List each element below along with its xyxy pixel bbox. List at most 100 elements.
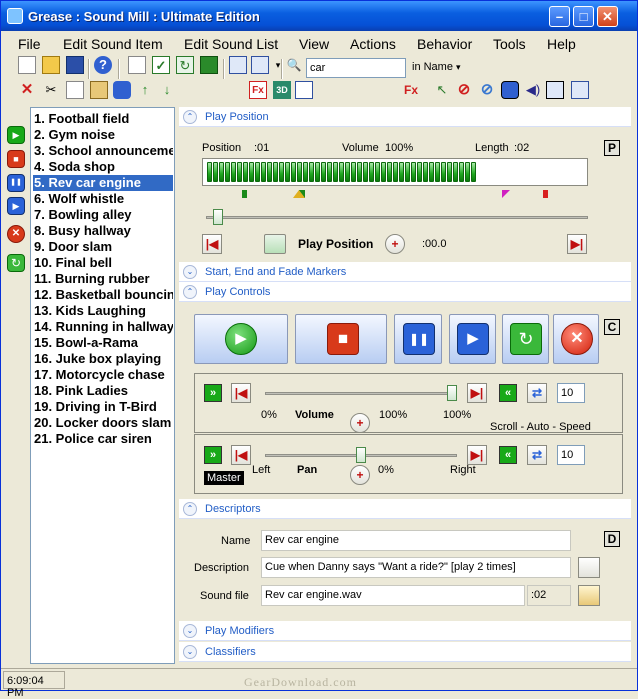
list-item[interactable]: 6. Wolf whistle: [33, 191, 173, 207]
pan-left-button[interactable]: |◀: [231, 445, 251, 465]
pan-right-button[interactable]: ▶|: [467, 445, 487, 465]
list-item[interactable]: 17. Motorcycle chase: [33, 367, 173, 383]
set-position-icon[interactable]: [264, 234, 286, 254]
go-to-end-button[interactable]: ▶|: [567, 234, 587, 254]
end-marker[interactable]: [543, 190, 548, 198]
export-icon[interactable]: [200, 56, 218, 74]
pan-slider-thumb[interactable]: [356, 447, 366, 463]
browse-file-icon[interactable]: [578, 585, 600, 606]
title-bar[interactable]: Grease : Sound Mill : Ultimate Edition –…: [1, 1, 637, 31]
list-item[interactable]: 19. Driving in T-Bird: [33, 399, 173, 415]
volume-add-button[interactable]: +: [350, 413, 370, 433]
pan-add-button[interactable]: +: [350, 465, 370, 485]
pan-step-input[interactable]: 10: [557, 445, 585, 465]
list-item[interactable]: 21. Police car siren: [33, 431, 173, 447]
help-icon[interactable]: ?: [94, 56, 112, 74]
cut-icon[interactable]: ✂: [42, 81, 60, 99]
list-item[interactable]: 16. Juke box playing: [33, 351, 173, 367]
volume-min-button[interactable]: |◀: [231, 383, 251, 403]
start-marker[interactable]: [242, 190, 247, 198]
position-slider-track[interactable]: [206, 216, 588, 219]
list-item[interactable]: 8. Busy hallway: [33, 223, 173, 239]
move-up-icon[interactable]: ↑: [136, 81, 154, 99]
stop-button[interactable]: ■: [295, 314, 387, 364]
binoculars-icon[interactable]: 🔍: [285, 56, 303, 74]
refresh-icon[interactable]: ↻: [7, 254, 25, 272]
volume-step-input[interactable]: 10: [557, 383, 585, 403]
next-icon[interactable]: ▶: [7, 197, 25, 215]
description-field[interactable]: Cue when Danny says "Want a ride?" [play…: [261, 557, 571, 578]
list-item[interactable]: 14. Running in hallway: [33, 319, 173, 335]
loop-button[interactable]: ↻: [502, 314, 549, 364]
effects-icon[interactable]: Fx: [402, 81, 420, 99]
go-to-start-button[interactable]: |◀: [202, 234, 222, 254]
save-icon[interactable]: [66, 56, 84, 74]
section-classifiers[interactable]: ⌄ Classifiers: [179, 642, 631, 662]
play-position-button-label[interactable]: Play Position: [298, 237, 373, 251]
sound-file-field[interactable]: Rev car engine.wav: [261, 585, 525, 606]
list-item[interactable]: 18. Pink Ladies: [33, 383, 173, 399]
list-item[interactable]: 9. Door slam: [33, 239, 173, 255]
close-button[interactable]: ✕: [597, 6, 618, 27]
volume-swap-button[interactable]: ⇄: [527, 383, 547, 403]
list-item[interactable]: 4. Soda shop: [33, 159, 173, 175]
list-item[interactable]: 5. Rev car engine: [33, 175, 173, 191]
menu-view[interactable]: View: [299, 36, 329, 52]
pointer-icon[interactable]: ↖: [433, 81, 451, 99]
fade-in-marker[interactable]: [293, 190, 305, 198]
pause-button[interactable]: ❚❚: [394, 314, 442, 364]
cancel-icon[interactable]: ✕: [7, 225, 25, 243]
menu-tools[interactable]: Tools: [493, 36, 526, 52]
open-folder-icon[interactable]: [42, 56, 60, 74]
list-item[interactable]: 1. Football field: [33, 111, 173, 127]
next-button[interactable]: ▶: [449, 314, 496, 364]
section-play-position[interactable]: ⌃ Play Position: [179, 107, 631, 127]
search-scope-select[interactable]: in Name ▾: [409, 58, 465, 78]
block-blue-icon[interactable]: ⊘: [478, 81, 496, 99]
search-input[interactable]: [306, 58, 406, 78]
volume-slider-thumb[interactable]: [447, 385, 457, 401]
list-item[interactable]: 2. Gym noise: [33, 127, 173, 143]
volume-max-button[interactable]: ▶|: [467, 383, 487, 403]
list-item[interactable]: 3. School announcement: [33, 143, 173, 159]
properties-icon[interactable]: [128, 56, 146, 74]
menu-actions[interactable]: Actions: [350, 36, 396, 52]
sync-icon[interactable]: [546, 81, 564, 99]
list-view-icon[interactable]: [295, 81, 313, 99]
minimize-button[interactable]: –: [549, 6, 570, 27]
menu-edit-sound-list[interactable]: Edit Sound List: [184, 36, 278, 52]
windows-icon[interactable]: [229, 56, 247, 74]
pan-rewind-button[interactable]: «: [499, 446, 517, 464]
menu-edit-sound-item[interactable]: Edit Sound Item: [63, 36, 163, 52]
name-field[interactable]: Rev car engine: [261, 530, 571, 551]
list-item[interactable]: 7. Bowling alley: [33, 207, 173, 223]
tools-icon[interactable]: [113, 81, 131, 99]
volume-slider-track[interactable]: [265, 392, 457, 395]
volume-fast-forward-button[interactable]: »: [204, 384, 222, 402]
new-file-icon[interactable]: [18, 56, 36, 74]
list-item[interactable]: 12. Basketball bouncing: [33, 287, 173, 303]
section-play-modifiers[interactable]: ⌄ Play Modifiers: [179, 621, 631, 641]
checklist-icon[interactable]: ✓: [152, 56, 170, 74]
move-down-icon[interactable]: ↓: [158, 81, 176, 99]
pause-icon[interactable]: ❚❚: [7, 174, 25, 192]
list-item[interactable]: 10. Final bell: [33, 255, 173, 271]
volume-rewind-button[interactable]: «: [499, 384, 517, 402]
copy-icon[interactable]: [66, 81, 84, 99]
play-icon[interactable]: ▶: [7, 126, 25, 144]
cancel-button[interactable]: ✕: [553, 314, 599, 364]
play-button[interactable]: ▶: [194, 314, 288, 364]
menu-help[interactable]: Help: [547, 36, 576, 52]
sound-list[interactable]: 1. Football field 2. Gym noise 3. School a…: [30, 107, 175, 664]
list-item[interactable]: 20. Locker doors slam: [33, 415, 173, 431]
fade-out-marker[interactable]: [502, 190, 510, 198]
effects-file-icon[interactable]: Fx: [249, 81, 267, 99]
grid-view-icon[interactable]: [251, 56, 269, 74]
block-red-icon[interactable]: ⊘: [455, 81, 473, 99]
delete-icon[interactable]: ✕: [18, 81, 36, 99]
menu-behavior[interactable]: Behavior: [417, 36, 472, 52]
list-item[interactable]: 13. Kids Laughing: [33, 303, 173, 319]
section-descriptors[interactable]: ⌃ Descriptors: [179, 499, 631, 519]
pan-fast-forward-button[interactable]: »: [204, 446, 222, 464]
paste-icon[interactable]: [90, 81, 108, 99]
